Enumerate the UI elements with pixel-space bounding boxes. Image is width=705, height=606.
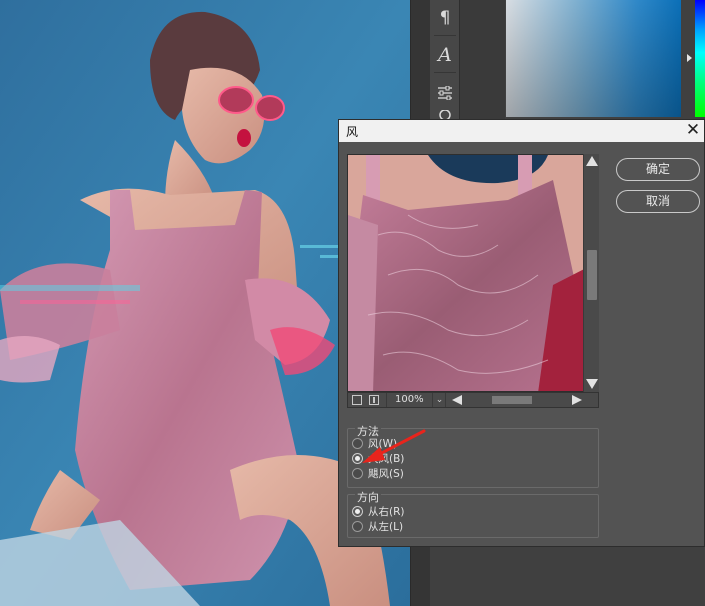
preview-vertical-scrollbar[interactable] bbox=[583, 154, 599, 392]
scroll-down-icon[interactable] bbox=[586, 379, 598, 389]
method-option-stagger[interactable]: 飓风(S) bbox=[352, 466, 404, 481]
method-option-wind[interactable]: 风(W) bbox=[352, 436, 397, 451]
panel-toolbar: ¶ A bbox=[430, 0, 460, 120]
direction-option-label: 从右(R) bbox=[368, 506, 405, 518]
scroll-left-icon[interactable] bbox=[452, 395, 462, 405]
paragraph-icon[interactable]: ¶ bbox=[433, 6, 457, 30]
dialog-title-bar[interactable]: 风 ✕ bbox=[339, 120, 704, 142]
radio-button[interactable] bbox=[352, 468, 363, 479]
filter-preview[interactable] bbox=[347, 154, 599, 392]
ok-button[interactable]: 确定 bbox=[616, 158, 700, 181]
direction-option-right[interactable]: 从右(R) bbox=[352, 504, 405, 519]
character-icon[interactable]: A bbox=[433, 43, 457, 67]
tool-separator bbox=[434, 35, 456, 36]
adjustments-icon[interactable] bbox=[433, 81, 457, 105]
color-picker-field[interactable] bbox=[506, 0, 681, 117]
method-option-label: 大风(B) bbox=[368, 453, 405, 465]
radio-button[interactable] bbox=[352, 521, 363, 532]
scroll-right-icon[interactable] bbox=[572, 395, 582, 405]
cancel-button[interactable]: 取消 bbox=[616, 190, 700, 213]
zoom-out-button[interactable] bbox=[352, 395, 362, 405]
direction-option-label: 从左(L) bbox=[368, 521, 404, 533]
hue-slider[interactable] bbox=[695, 0, 705, 117]
method-option-label: 风(W) bbox=[368, 438, 398, 450]
dialog-title: 风 bbox=[346, 125, 359, 139]
zoom-bar: 100% ⌄ bbox=[347, 392, 599, 408]
close-icon[interactable]: ✕ bbox=[684, 120, 702, 140]
zoom-in-button[interactable] bbox=[369, 395, 379, 405]
panel-background bbox=[460, 0, 505, 120]
zoom-dropdown-icon[interactable]: ⌄ bbox=[432, 393, 446, 407]
radio-button[interactable] bbox=[352, 438, 363, 449]
preview-image bbox=[348, 155, 598, 391]
scroll-thumb[interactable] bbox=[587, 250, 597, 300]
direction-option-left[interactable]: 从左(L) bbox=[352, 519, 403, 534]
radio-button-selected[interactable] bbox=[352, 453, 363, 464]
hue-pointer-icon[interactable] bbox=[687, 54, 692, 62]
horizontal-scroll-thumb[interactable] bbox=[492, 396, 532, 404]
method-option-blast[interactable]: 大风(B) bbox=[352, 451, 404, 466]
scroll-up-icon[interactable] bbox=[586, 156, 598, 166]
method-option-label: 飓风(S) bbox=[368, 468, 404, 480]
tool-separator bbox=[434, 72, 456, 73]
wind-filter-dialog: 风 ✕ 100% ⌄ 确定 取消 方法 风(W) 大风(B) 飓风(S) 方向 … bbox=[338, 119, 705, 547]
radio-button-selected[interactable] bbox=[352, 506, 363, 517]
direction-group-label: 方向 bbox=[355, 489, 381, 505]
